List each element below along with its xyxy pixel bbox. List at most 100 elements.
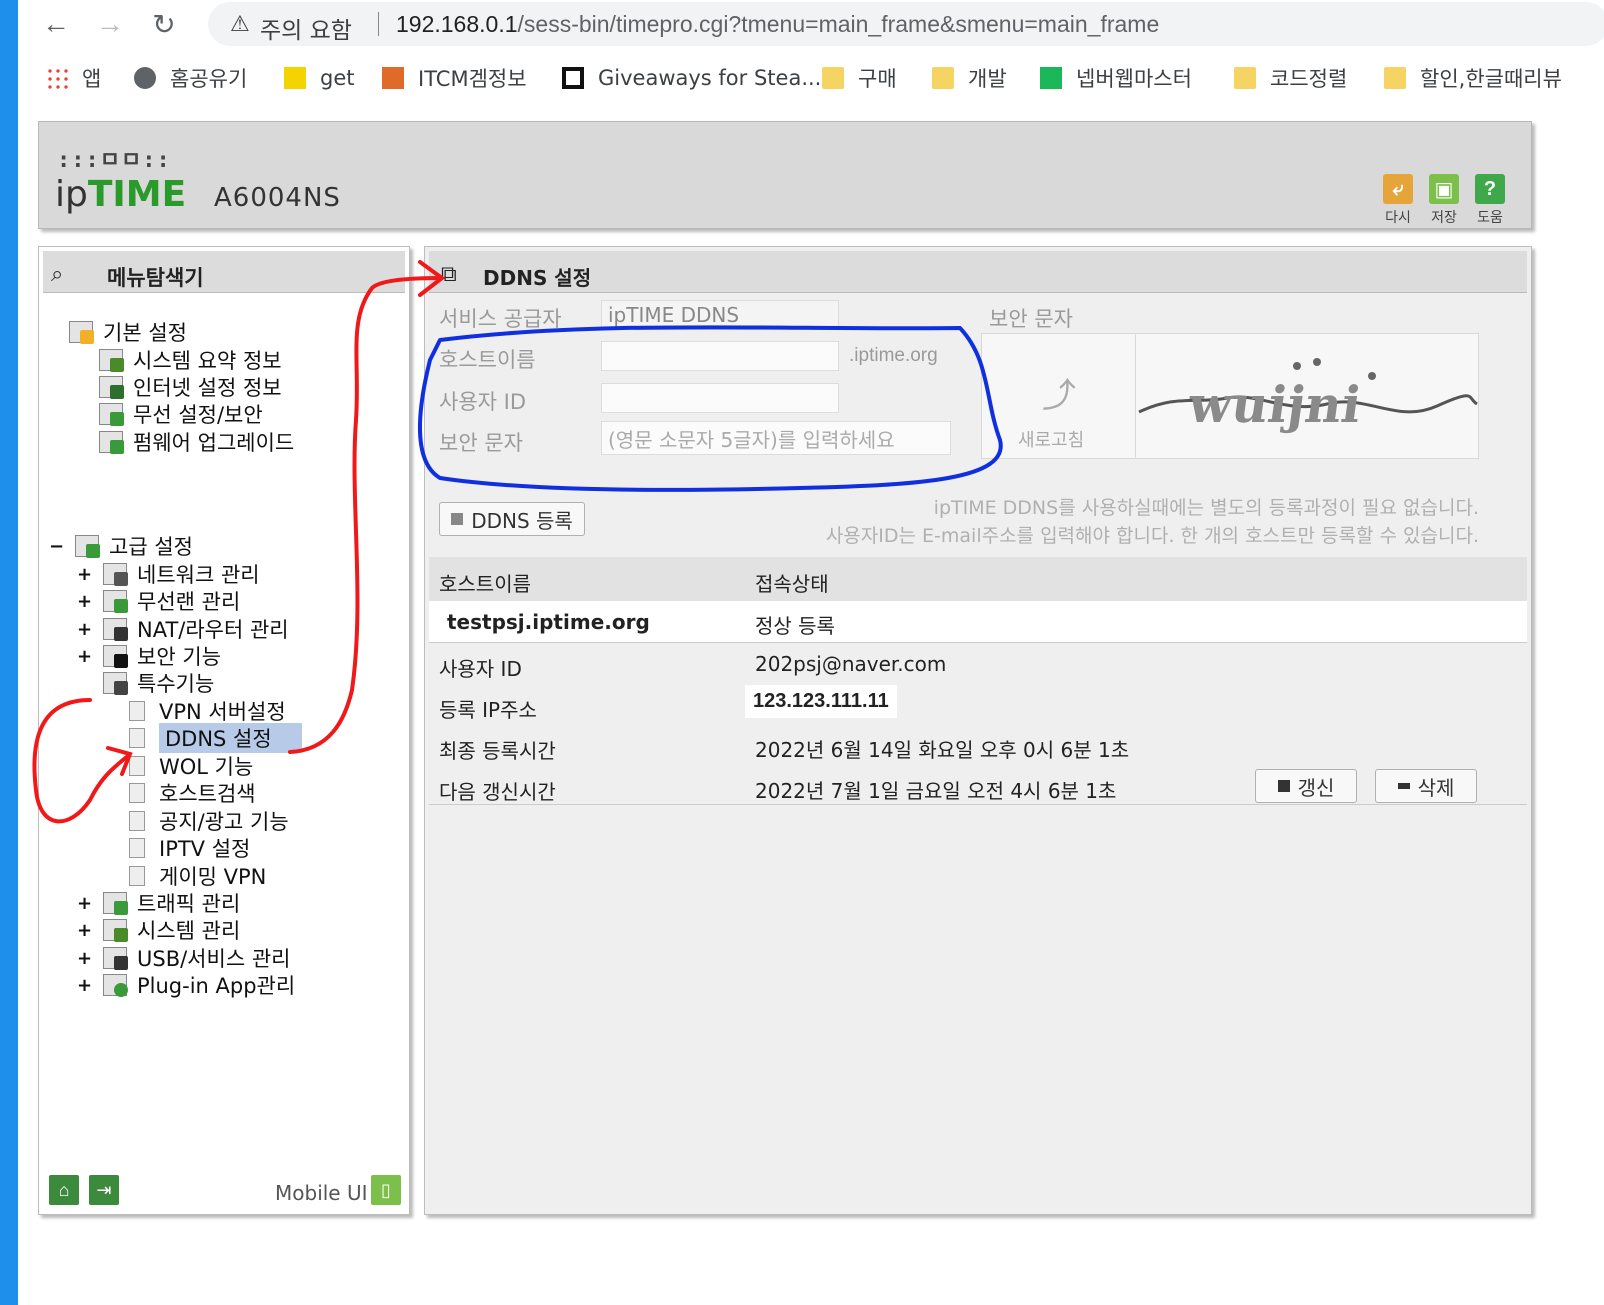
userid-input[interactable] — [601, 383, 839, 413]
forward-icon[interactable]: → — [92, 6, 128, 42]
url-path: /sess-bin/timepro.cgi?tmenu=main_frame&s… — [517, 11, 1160, 37]
tree-item-iptv[interactable]: IPTV 설정 — [129, 835, 250, 861]
tree-label: IPTV 설정 — [159, 837, 251, 861]
tree-item-nat[interactable]: + NAT/라우터 관리 — [77, 616, 289, 642]
menu-explorer: ⌕ 메뉴탐색기 기본 설정 시스템 요약 정보 인터넷 설정 정보 무선 설정/… — [38, 246, 410, 1215]
tree-item-ddns[interactable]: DDNS 설정 — [129, 723, 302, 753]
bookmark-folder-dev[interactable]: 개발 — [932, 64, 1007, 92]
tree-label: DDNS 설정 — [159, 723, 302, 753]
tree-item-internet-info[interactable]: 인터넷 설정 정보 — [99, 374, 282, 400]
col-hostname: 호스트이름 — [439, 572, 531, 596]
back-icon[interactable]: ← — [38, 6, 74, 42]
folder-settings-icon — [75, 535, 100, 558]
help-label: 도움 — [1477, 210, 1503, 226]
bookmark-giveaways[interactable]: Giveaways for Stea... — [562, 64, 821, 92]
tree-item-firmware[interactable]: 펌웨어 업그레이드 — [99, 429, 294, 455]
ddns-register-button[interactable]: DDNS 등록 — [439, 502, 585, 536]
security-warning[interactable]: 주의 요함 — [260, 11, 352, 45]
bookmark-itcm[interactable]: ITCM겜정보 — [382, 64, 527, 92]
help-icon[interactable]: ? — [1475, 174, 1505, 204]
bookmark-folder-buy[interactable]: 구매 — [822, 64, 897, 92]
tree-label: VPN 서버설정 — [159, 700, 286, 724]
page-icon — [129, 783, 145, 803]
bookmark-folder-sale[interactable]: 할인,한글때리뷰 — [1384, 64, 1562, 92]
bookmark-webmaster[interactable]: 넵버웹마스터 — [1040, 64, 1192, 92]
tree-item-wlan[interactable]: + 무선랜 관리 — [77, 588, 240, 614]
expand-icon[interactable]: + — [77, 646, 92, 667]
warning-icon: ⚠ — [230, 11, 250, 36]
info-next-label: 다음 갱신시간 — [439, 780, 556, 804]
tree-item-special[interactable]: 특수기능 — [103, 670, 214, 696]
info-userid-value: 202psj@naver.com — [755, 652, 947, 676]
page-icon — [129, 756, 145, 776]
tree-item-vpn-server[interactable]: VPN 서버설정 — [129, 698, 286, 724]
bookmark-get[interactable]: get — [284, 64, 354, 92]
tree-group-advanced[interactable]: − 고급 설정 — [49, 533, 193, 559]
captcha-refresh-button[interactable]: ⤴ 새로고침 — [982, 334, 1136, 458]
save-label: 저장 — [1431, 210, 1457, 226]
register-label: DDNS 등록 — [471, 508, 573, 533]
expand-icon[interactable]: + — [77, 948, 92, 969]
tree-item-usb[interactable]: + USB/서비스 관리 — [77, 945, 290, 971]
bookmark-apps[interactable]: 앱 — [46, 64, 101, 92]
delete-button[interactable]: 삭제 — [1375, 769, 1477, 803]
info-note-1: ipTIME DDNS를 사용하실때에는 별도의 등록과정이 필요 없습니다. — [933, 497, 1479, 519]
expand-icon[interactable]: + — [77, 893, 92, 914]
expand-icon[interactable]: + — [77, 920, 92, 941]
model-name: A6004NS — [214, 183, 341, 213]
hostname-suffix: .iptime.org — [849, 345, 938, 366]
mobile-icon[interactable]: ▯ — [371, 1175, 401, 1205]
tree-label: 고급 설정 — [109, 535, 193, 559]
page-icon — [129, 838, 145, 858]
page-icon — [129, 701, 145, 721]
tree-item-traffic[interactable]: + 트래픽 관리 — [77, 890, 240, 916]
reload-icon[interactable]: ↻ — [146, 6, 182, 42]
captcha-image: wuijni — [1138, 358, 1478, 434]
provider-select[interactable]: ipTIME DDNS — [601, 300, 839, 330]
tree-item-notice[interactable]: 공지/광고 기능 — [129, 808, 289, 834]
mobile-ui-label[interactable]: Mobile UI — [275, 1181, 368, 1205]
tree-item-security[interactable]: + 보안 기능 — [77, 643, 221, 669]
captcha-text: wuijni — [1184, 375, 1365, 434]
expand-icon[interactable]: + — [77, 564, 92, 585]
search-icon: ⌕ — [51, 261, 64, 286]
renew-button[interactable]: 갱신 — [1255, 769, 1357, 803]
tree-group-basic[interactable]: 기본 설정 — [69, 319, 187, 345]
tree-item-plugin[interactable]: + Plug-in App관리 — [77, 972, 295, 998]
tree-label: 인터넷 설정 정보 — [133, 376, 282, 400]
url-text[interactable]: 192.168.0.1/sess-bin/timepro.cgi?tmenu=m… — [396, 11, 1159, 38]
bookmark-folder-code[interactable]: 코드정렬 — [1234, 64, 1347, 92]
captcha-refresh-label: 새로고침 — [1018, 430, 1085, 451]
save-icon[interactable]: ▣ — [1429, 174, 1459, 204]
expand-icon[interactable]: + — [77, 591, 92, 612]
tree-item-wol[interactable]: WOL 기능 — [129, 753, 253, 779]
bookmark-home-router[interactable]: 홈공유기 — [134, 64, 247, 92]
tree-item-network[interactable]: + 네트워크 관리 — [77, 561, 260, 587]
ddns-table-header: 호스트이름 접속상태 — [429, 557, 1527, 601]
address-bar[interactable]: ⚠ 주의 요함 192.168.0.1/sess-bin/timepro.cgi… — [208, 2, 1604, 46]
table-row[interactable]: testpsj.iptime.org 정상 등록 — [429, 601, 1527, 643]
tree-label: 호스트검색 — [159, 782, 256, 806]
home-icon[interactable]: ⌂ — [49, 1175, 79, 1205]
tree-item-wireless-security[interactable]: 무선 설정/보안 — [99, 401, 263, 427]
tree-item-gaming-vpn[interactable]: 게이밍 VPN — [129, 863, 266, 889]
reload-page-icon[interactable]: ⤶ — [1383, 174, 1413, 204]
bookmark-label: 개발 — [968, 67, 1007, 91]
page-icon: ⧉ — [441, 261, 457, 286]
expand-icon[interactable]: + — [77, 619, 92, 640]
tree-item-host-search[interactable]: 호스트검색 — [129, 780, 256, 806]
tree-item-system[interactable]: + 시스템 관리 — [77, 917, 240, 943]
tree-label: 공지/광고 기능 — [159, 810, 289, 834]
logout-icon[interactable]: ⇥ — [89, 1175, 119, 1205]
expand-icon[interactable]: + — [77, 975, 92, 996]
plus-icon — [451, 513, 464, 525]
hostname-input[interactable] — [601, 341, 839, 371]
collapse-icon[interactable]: − — [49, 536, 64, 557]
info-userid-label: 사용자 ID — [439, 657, 522, 681]
captcha-input[interactable]: (영문 소문자 5글자)를 입력하세요 — [601, 421, 951, 455]
monitor-icon — [99, 376, 124, 399]
tree-item-system-summary[interactable]: 시스템 요약 정보 — [99, 347, 282, 373]
tree-label: 보안 기능 — [137, 645, 221, 669]
logo-dots: :::ㅁㅁ:: — [57, 148, 171, 173]
wireless-icon — [99, 403, 124, 426]
